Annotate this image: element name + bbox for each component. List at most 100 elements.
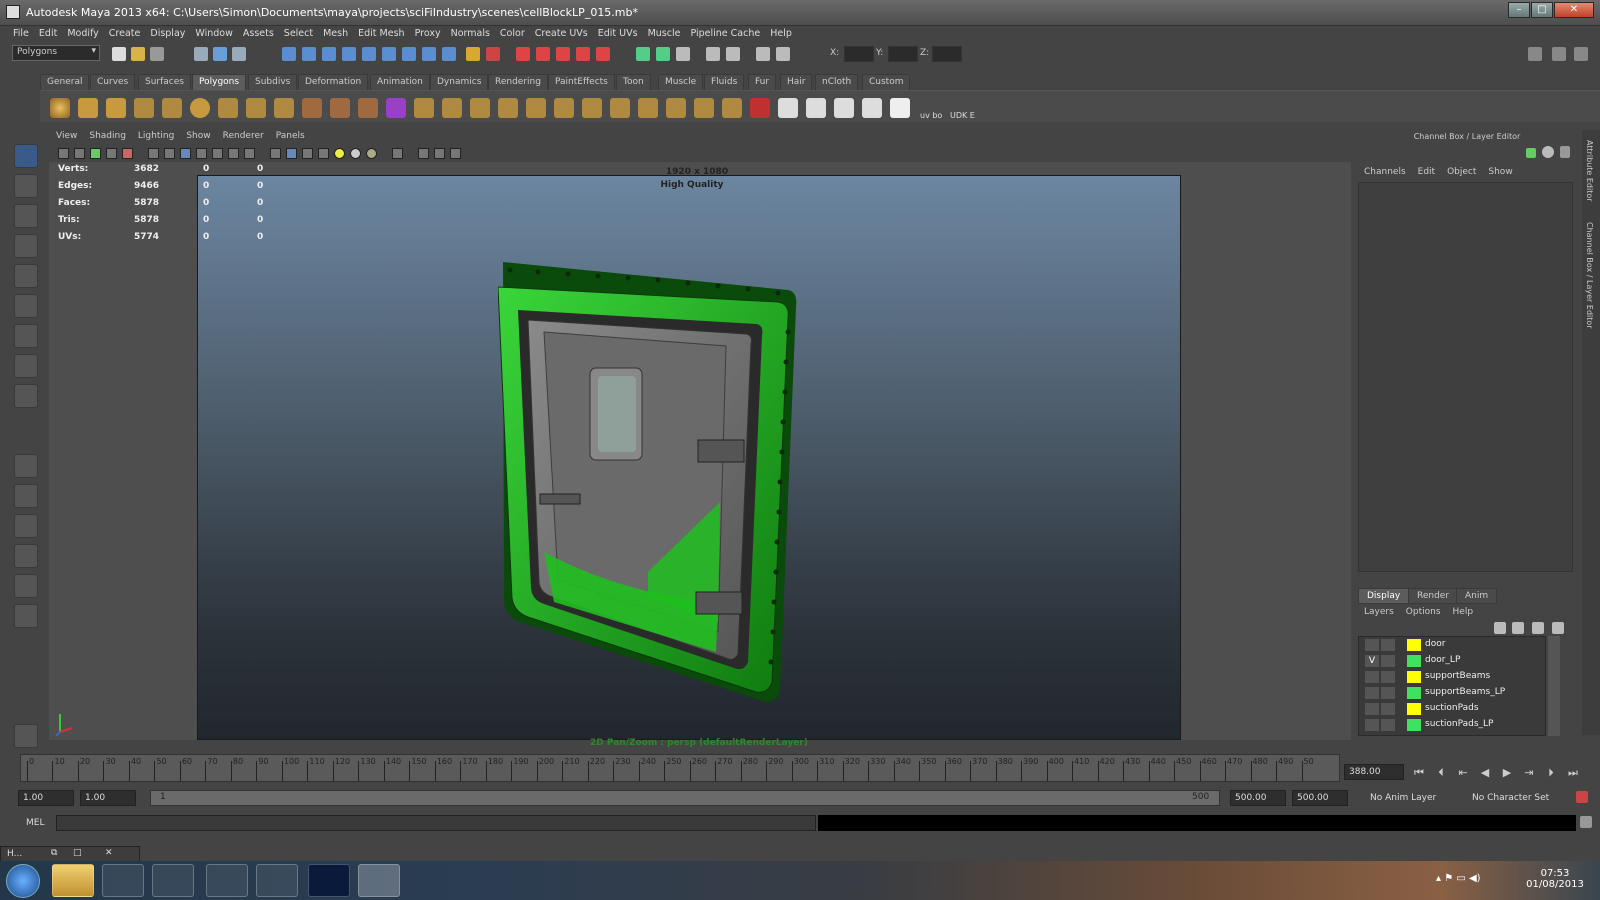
vp-menu-panels[interactable]: Panels: [270, 131, 311, 141]
udk-export-label[interactable]: UDK E: [950, 111, 975, 120]
tab-curves[interactable]: Curves: [90, 74, 136, 90]
wireframe-icon[interactable]: [270, 148, 281, 159]
menu-color[interactable]: Color: [495, 26, 530, 41]
maximize-icon[interactable]: □: [73, 848, 82, 858]
y-input[interactable]: [888, 46, 918, 62]
history-icon[interactable]: [382, 47, 396, 61]
snap-point-icon[interactable]: [322, 47, 336, 61]
tab-display[interactable]: Display: [1358, 588, 1410, 604]
menu-modify[interactable]: Modify: [62, 26, 103, 41]
tool-settings-icon[interactable]: [726, 47, 740, 61]
xray-icon[interactable]: [418, 148, 429, 159]
step-forward-frame-icon[interactable]: ⏵: [1542, 766, 1560, 780]
spherical-map-icon[interactable]: [834, 98, 854, 118]
close-button[interactable]: ✕: [1554, 2, 1594, 18]
four-view-icon[interactable]: [14, 484, 38, 508]
input-ops-icon[interactable]: [402, 47, 416, 61]
play-forwards-icon[interactable]: ▶: [1498, 766, 1516, 780]
tab-subdivs[interactable]: Subdivs: [248, 74, 298, 90]
poly-cone-icon[interactable]: [134, 98, 154, 118]
construction-history-icon[interactable]: [442, 47, 456, 61]
rotate-tool-icon[interactable]: [14, 264, 38, 288]
persp-graph-icon[interactable]: [14, 544, 38, 568]
close-icon[interactable]: ✕: [105, 848, 113, 858]
menu-proxy[interactable]: Proxy: [410, 26, 446, 41]
menu-pipeline-cache[interactable]: Pipeline Cache: [685, 26, 765, 41]
tab-ncloth[interactable]: nCloth: [815, 74, 859, 90]
wedge-icon[interactable]: [610, 98, 630, 118]
end-time-field[interactable]: 500.00: [1292, 790, 1348, 806]
menu-muscle[interactable]: Muscle: [643, 26, 686, 41]
persp-outliner-icon[interactable]: [14, 514, 38, 538]
magnet-icon[interactable]: [486, 47, 500, 61]
duplicate-face-icon[interactable]: [722, 98, 742, 118]
playback-end-field[interactable]: 500.00: [1230, 790, 1286, 806]
lasso-tool-icon[interactable]: [14, 174, 38, 198]
layer-row[interactable]: V door_LP: [1359, 653, 1547, 669]
menu-help[interactable]: Help: [765, 26, 797, 41]
vp-menu-shading[interactable]: Shading: [83, 131, 132, 141]
paint-select-icon[interactable]: [14, 204, 38, 228]
new-empty-layer-icon[interactable]: [1532, 622, 1544, 634]
wire-on-shaded-icon[interactable]: [302, 148, 313, 159]
layer-color-swatch[interactable]: [1407, 655, 1421, 667]
camera-2d-pan-icon[interactable]: [122, 148, 133, 159]
photoshop-icon[interactable]: [308, 864, 350, 897]
step-back-frame-icon[interactable]: ⏴: [1432, 766, 1450, 780]
explorer-icon[interactable]: [52, 864, 94, 897]
merge-icon[interactable]: [666, 98, 686, 118]
select-tool-icon[interactable]: [14, 144, 38, 168]
layer-playback-toggle[interactable]: [1381, 719, 1395, 731]
camera-attr-icon[interactable]: [74, 148, 85, 159]
manipulator-icon[interactable]: [14, 324, 38, 348]
layers-icon[interactable]: [776, 47, 790, 61]
tab-polygons[interactable]: Polygons: [192, 74, 247, 90]
menu-create-uvs[interactable]: Create UVs: [530, 26, 593, 41]
rename-icon[interactable]: [656, 47, 670, 61]
go-to-start-icon[interactable]: ⏮: [1410, 766, 1428, 780]
tab-hair[interactable]: Hair: [780, 74, 813, 90]
select-object-icon[interactable]: [213, 47, 227, 61]
render-settings-icon[interactable]: [556, 47, 570, 61]
tab-surfaces[interactable]: Surfaces: [138, 74, 191, 90]
layer-color-swatch[interactable]: [1407, 703, 1421, 715]
door-model[interactable]: [498, 262, 808, 712]
menu-assets[interactable]: Assets: [238, 26, 279, 41]
collapse-icon[interactable]: [694, 98, 714, 118]
ipr-render-icon[interactable]: [536, 47, 550, 61]
layer-visibility-toggle[interactable]: V: [1365, 655, 1379, 667]
cylindrical-map-icon[interactable]: [806, 98, 826, 118]
maximize-button[interactable]: □: [1531, 2, 1553, 18]
soft-mod-icon[interactable]: [14, 384, 38, 408]
menu-window[interactable]: Window: [190, 26, 237, 41]
media-player-icon[interactable]: [102, 864, 144, 897]
channel-menu-channels[interactable]: Channels: [1364, 167, 1406, 177]
anim-layer-dropdown[interactable]: No Anim Layer: [1370, 793, 1436, 803]
poly-torus-icon[interactable]: [190, 98, 210, 118]
hypershade-icon[interactable]: [576, 47, 590, 61]
restore-icon[interactable]: ⧉: [51, 848, 57, 858]
menu-display[interactable]: Display: [145, 26, 190, 41]
shadows-icon[interactable]: [350, 148, 361, 159]
append-icon[interactable]: [470, 98, 490, 118]
hypershade-layout-icon[interactable]: [14, 574, 38, 598]
layer-menu-help[interactable]: Help: [1453, 607, 1474, 617]
vp-menu-lighting[interactable]: Lighting: [132, 131, 180, 141]
resolution-gate-icon[interactable]: [180, 148, 191, 159]
last-tool-icon[interactable]: [14, 354, 38, 378]
bridge-icon[interactable]: [442, 98, 462, 118]
textured-icon[interactable]: [318, 148, 329, 159]
move-layer-up-icon[interactable]: [1494, 622, 1506, 634]
tab-toon[interactable]: Toon: [616, 74, 651, 90]
planar-map-icon[interactable]: [778, 98, 798, 118]
tab-painteffects[interactable]: PaintEffects: [548, 74, 615, 90]
tab-dynamics[interactable]: Dynamics: [430, 74, 489, 90]
move-tool-icon[interactable]: [14, 234, 38, 258]
show-sidebar-icon[interactable]: [1528, 47, 1542, 61]
menu-create[interactable]: Create: [104, 26, 146, 41]
channel-box-icon[interactable]: [756, 47, 770, 61]
channel-menu-edit[interactable]: Edit: [1418, 167, 1435, 177]
poly-helix-icon[interactable]: [274, 98, 294, 118]
smooth-shade-icon[interactable]: [286, 148, 297, 159]
scale-tool-icon[interactable]: [14, 294, 38, 318]
